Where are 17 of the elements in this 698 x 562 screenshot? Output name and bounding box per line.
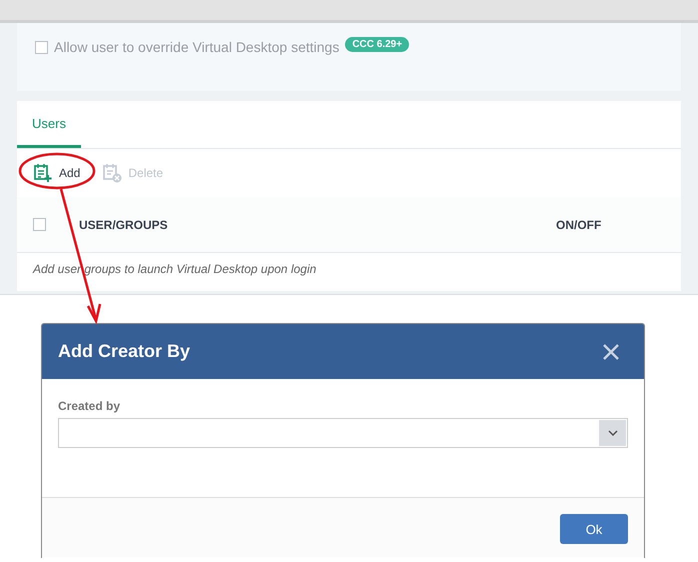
caret-icon [608, 430, 618, 436]
ok-button[interactable]: Ok [560, 514, 628, 544]
column-header: ON/OFF [556, 218, 602, 232]
clipboard-x-icon [102, 163, 122, 183]
option-label: Allow user to override Virtual Desktop settings [54, 39, 340, 55]
dialog-title: Add Creator By [58, 341, 190, 362]
clipboard-plus-icon [33, 163, 53, 183]
tab[interactable]: Users [17, 101, 81, 148]
select-all-checkbox[interactable] [33, 218, 46, 231]
dropdown-field[interactable] [58, 418, 628, 448]
close-icon[interactable] [602, 342, 620, 360]
version-badge: CCC 6.29+ [345, 36, 410, 52]
column-header: USER/GROUPS [79, 218, 169, 232]
field-label: Created by [58, 399, 122, 413]
empty-message: Add user groups to launch Virtual Desktop upon login [32, 261, 318, 278]
checkbox[interactable] [35, 40, 48, 54]
add-button[interactable]: Add [33, 161, 80, 185]
